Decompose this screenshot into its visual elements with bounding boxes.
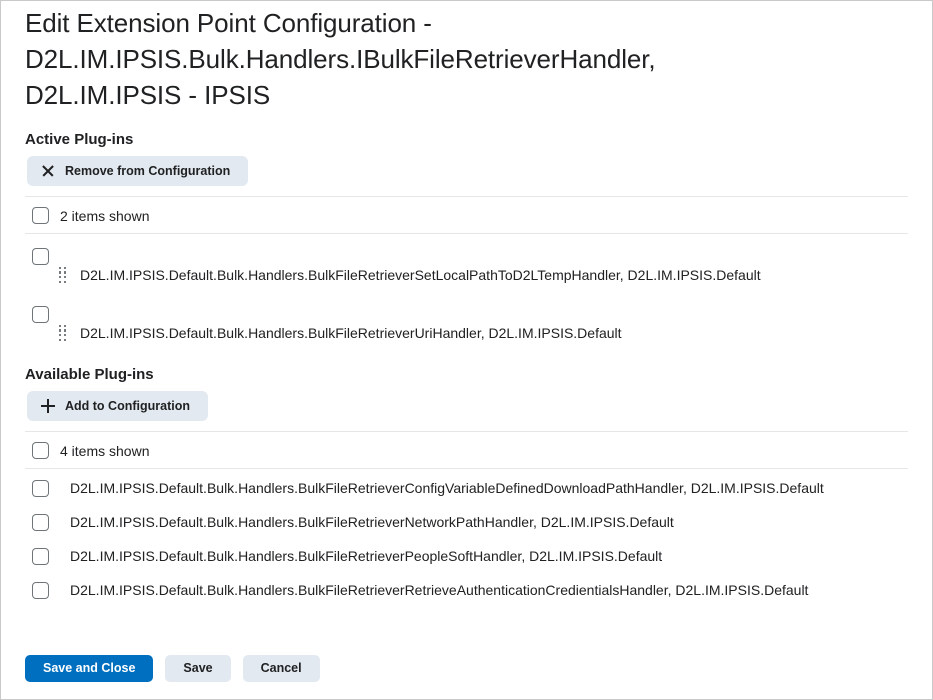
list-item[interactable]: D2L.IM.IPSIS.Default.Bulk.Handlers.BulkF…: [25, 505, 908, 539]
active-row-body: D2L.IM.IPSIS.Default.Bulk.Handlers.BulkF…: [32, 236, 908, 284]
row-checkbox[interactable]: [32, 306, 49, 323]
add-to-configuration-button[interactable]: Add to Configuration: [27, 391, 208, 421]
remove-from-configuration-button[interactable]: Remove from Configuration: [27, 156, 249, 186]
drag-handle-icon[interactable]: [59, 324, 67, 342]
active-items-shown-label: 2 items shown: [60, 207, 150, 224]
table-row[interactable]: D2L.IM.IPSIS.Default.Bulk.Handlers.BulkF…: [25, 236, 908, 294]
active-plugins-rows: D2L.IM.IPSIS.Default.Bulk.Handlers.BulkF…: [25, 234, 908, 352]
remove-from-configuration-label: Remove from Configuration: [65, 164, 231, 178]
close-x-icon: [41, 164, 55, 178]
row-checkbox[interactable]: [32, 248, 49, 265]
row-checkbox[interactable]: [32, 479, 49, 497]
drag-handle-icon[interactable]: [59, 266, 67, 284]
cancel-button[interactable]: Cancel: [242, 655, 320, 682]
active-list-header: 2 items shown: [25, 197, 908, 234]
row-checkbox[interactable]: [32, 547, 49, 565]
row-checkbox[interactable]: [32, 513, 49, 531]
save-and-close-button[interactable]: Save and Close: [25, 655, 154, 682]
extension-point-configuration-page: Edit Extension Point Configuration - D2L…: [1, 1, 932, 699]
active-plugins-toolbar: Remove from Configuration: [25, 156, 908, 186]
table-row[interactable]: D2L.IM.IPSIS.Default.Bulk.Handlers.BulkF…: [25, 294, 908, 352]
list-item[interactable]: D2L.IM.IPSIS.Default.Bulk.Handlers.BulkF…: [25, 471, 908, 505]
available-plugins-heading: Available Plug-ins: [25, 366, 154, 383]
active-plugins-list: 2 items shown D2L.IM.IPSIS.Default.Bulk.…: [25, 196, 908, 352]
plus-icon: [41, 399, 55, 413]
active-plugins-heading: Active Plug-ins: [25, 131, 134, 148]
active-select-all-checkbox[interactable]: [32, 207, 49, 224]
add-to-configuration-label: Add to Configuration: [65, 399, 190, 413]
plugin-name: D2L.IM.IPSIS.Default.Bulk.Handlers.BulkF…: [70, 480, 824, 496]
plugin-name: D2L.IM.IPSIS.Default.Bulk.Handlers.BulkF…: [80, 325, 622, 341]
available-plugins-toolbar: Add to Configuration: [25, 391, 908, 421]
available-list-header: 4 items shown: [25, 432, 908, 469]
save-button[interactable]: Save: [165, 655, 231, 682]
active-row-body: D2L.IM.IPSIS.Default.Bulk.Handlers.BulkF…: [32, 294, 908, 342]
available-select-all-checkbox[interactable]: [32, 442, 49, 459]
page-title: Edit Extension Point Configuration - D2L…: [25, 8, 656, 110]
row-checkbox[interactable]: [32, 581, 49, 599]
plugin-name: D2L.IM.IPSIS.Default.Bulk.Handlers.BulkF…: [80, 267, 761, 283]
available-plugins-list: 4 items shown D2L.IM.IPSIS.Default.Bulk.…: [25, 431, 908, 607]
available-plugins-rows: D2L.IM.IPSIS.Default.Bulk.Handlers.BulkF…: [25, 469, 908, 607]
plugin-name: D2L.IM.IPSIS.Default.Bulk.Handlers.BulkF…: [70, 514, 674, 530]
plugin-name: D2L.IM.IPSIS.Default.Bulk.Handlers.BulkF…: [70, 548, 663, 564]
form-actions: Save and Close Save Cancel: [25, 655, 320, 682]
available-items-shown-label: 4 items shown: [60, 442, 150, 459]
list-item[interactable]: D2L.IM.IPSIS.Default.Bulk.Handlers.BulkF…: [25, 539, 908, 573]
plugin-name: D2L.IM.IPSIS.Default.Bulk.Handlers.BulkF…: [70, 582, 809, 598]
list-item[interactable]: D2L.IM.IPSIS.Default.Bulk.Handlers.BulkF…: [25, 573, 908, 607]
